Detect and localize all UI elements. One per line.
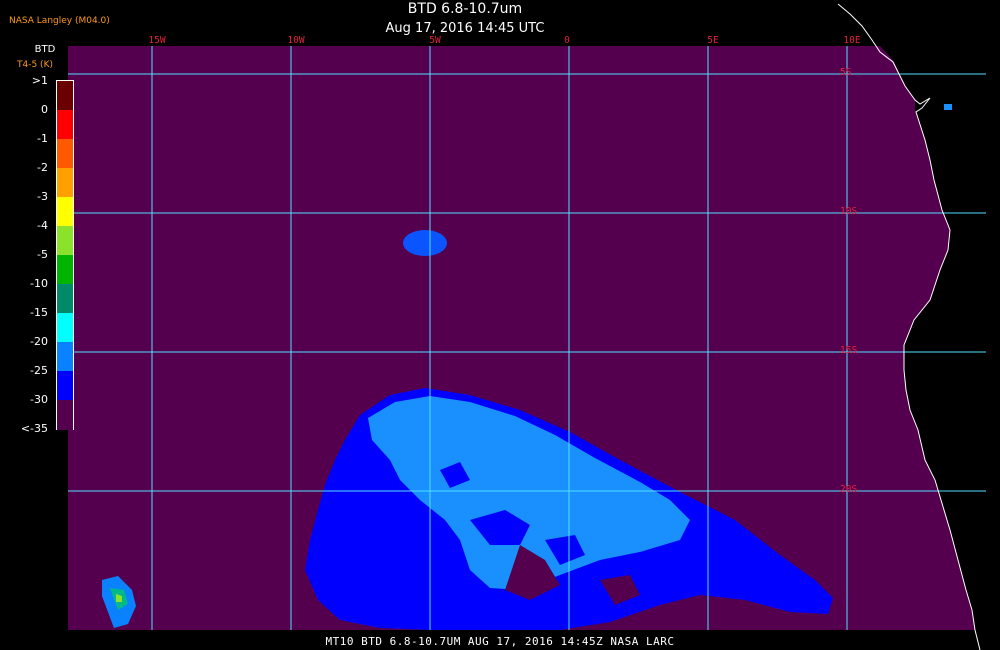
legend-swatch [57,197,73,227]
legend-tick-label: <-35 [20,422,48,435]
map-title: BTD 6.8-10.7um [407,1,523,17]
legend-swatch [57,139,73,169]
legend-tick-label: 0 [41,103,48,116]
legend-swatch [57,226,73,256]
legend-tick-label: -15 [30,306,48,319]
lon-label-10w: 10W [287,35,305,46]
dust-spot-small [403,230,447,256]
lon-label-0: 0 [564,35,570,46]
legend-swatch [57,400,73,430]
map-timestamp: Aug 17, 2016 14:45 UTC [385,21,545,36]
lon-label-10e: 10E [843,35,861,46]
legend-units: T4-5 (K) [17,60,53,70]
lon-label-5w: 5W [429,35,441,46]
legend-swatch [57,168,73,198]
lon-label-15w: 15W [148,35,166,46]
lon-label-5e: 5E [707,35,719,46]
legend-tick-label: -25 [30,364,48,377]
lat-label-20s: 20S [840,484,858,495]
legend-colorbar [56,80,74,430]
legend-tick-label: -10 [30,277,48,290]
legend-swatch [57,371,73,401]
legend-swatch [57,313,73,343]
lat-label-5s: 5S [840,67,852,78]
legend-swatch [57,284,73,314]
lat-label-15s: 15S [840,345,858,356]
legend-swatch [57,81,73,111]
legend-swatch [57,342,73,372]
legend-swatch [57,255,73,285]
legend-tick-label: -3 [37,190,48,203]
image-footer-caption: MT10 BTD 6.8-10.7UM AUG 17, 2016 14:45Z … [325,635,675,648]
legend-swatch [57,110,73,140]
map-graphic [68,3,986,650]
satellite-map-panel: BTD 6.8-10.7um Aug 17, 2016 14:45 UTC NA… [0,0,1000,650]
legend-tick-label: -2 [37,161,48,174]
legend-tick-label: -1 [37,132,48,145]
legend-tick-label: >1 [31,74,48,87]
legend-tick-label: -5 [37,248,48,261]
coastal-blip [944,104,952,110]
lat-label-10s: 10S [840,206,858,217]
legend-tick-label: -20 [30,335,48,348]
producer-label: NASA Langley (M04.0) [9,16,110,26]
legend-title: BTD [34,44,56,55]
legend-tick-label: -30 [30,393,48,406]
legend-tick-label: -4 [37,219,48,232]
